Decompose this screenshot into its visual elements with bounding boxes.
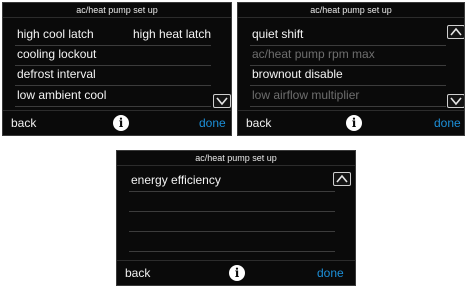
- menu-item-low-airflow-multiplier: low airflow multiplier: [252, 88, 360, 102]
- menu-item-brownout-disable[interactable]: brownout disable: [252, 64, 343, 84]
- scroll-down-button[interactable]: [213, 94, 231, 108]
- back-button[interactable]: back: [125, 266, 150, 280]
- row-divider: [15, 106, 211, 107]
- menu-item-high-heat-latch[interactable]: high heat latch: [133, 24, 211, 44]
- chevron-up-icon: [336, 174, 348, 183]
- info-icon[interactable]: i: [229, 265, 245, 281]
- screen-footer: back i done: [117, 260, 355, 285]
- back-button[interactable]: back: [11, 116, 36, 130]
- screen-title: ac/heat pump set up: [3, 3, 231, 18]
- scroll-down-button[interactable]: [447, 94, 464, 108]
- row-divider: [129, 251, 335, 252]
- screen-footer: back i done: [238, 110, 464, 135]
- menu-item-high-cool-latch[interactable]: high cool latch: [17, 24, 94, 44]
- screen-title: ac/heat pump set up: [238, 3, 464, 18]
- row-divider: [129, 211, 335, 212]
- info-icon[interactable]: i: [346, 115, 362, 131]
- screen-footer: back i done: [3, 110, 231, 135]
- back-button[interactable]: back: [246, 116, 271, 130]
- scroll-up-button[interactable]: [447, 25, 464, 39]
- chevron-down-icon: [216, 97, 228, 106]
- row-divider: [129, 231, 335, 232]
- row-divider: [129, 191, 335, 192]
- done-button[interactable]: done: [434, 116, 461, 130]
- info-icon[interactable]: i: [113, 115, 129, 131]
- scroll-up-button[interactable]: [333, 172, 351, 186]
- screen-setup-page-2: ac/heat pump set up quiet shift ac/heat …: [237, 2, 465, 136]
- screen-setup-page-1: ac/heat pump set up high cool latch high…: [2, 2, 232, 136]
- menu-item-low-ambient-cool[interactable]: low ambient cool: [17, 85, 106, 105]
- menu-item-quiet-shift[interactable]: quiet shift: [252, 24, 303, 44]
- chevron-up-icon: [450, 27, 462, 36]
- chevron-down-icon: [450, 97, 462, 106]
- screen-setup-page-3: ac/heat pump set up energy efficiency ba…: [116, 150, 356, 286]
- done-button[interactable]: done: [317, 266, 344, 280]
- menu-item-energy-efficiency[interactable]: energy efficiency: [131, 170, 221, 190]
- row-divider: [250, 106, 446, 107]
- menu-item-rpm-max: ac/heat pump rpm max: [252, 47, 375, 61]
- screen-title: ac/heat pump set up: [117, 151, 355, 166]
- menu-item-defrost-interval[interactable]: defrost interval: [17, 64, 96, 84]
- done-button[interactable]: done: [199, 116, 226, 130]
- menu-item-cooling-lockout[interactable]: cooling lockout: [17, 44, 96, 64]
